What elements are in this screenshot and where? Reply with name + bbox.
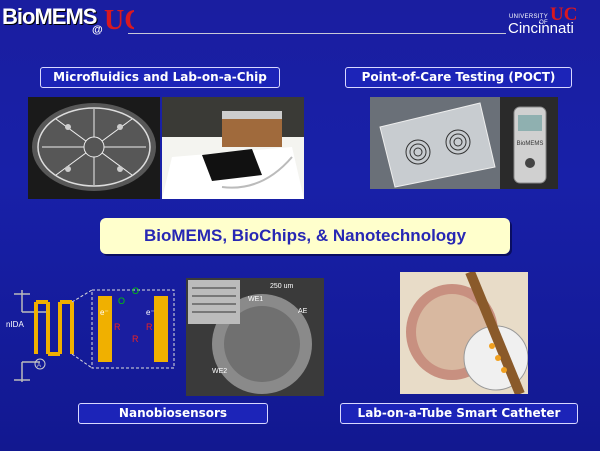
- handheld-device-photo: BioMEMS: [500, 97, 558, 189]
- at-sign: @: [92, 24, 103, 36]
- uc-logo-left: UC: [104, 5, 134, 34]
- poct-chip-photo: [370, 97, 500, 189]
- slide: { "header": { "brand": "BioMEMS", "at": …: [0, 0, 600, 451]
- o-label-left: O: [118, 296, 126, 306]
- lab-on-chip-photo: [162, 97, 304, 199]
- device-label: BioMEMS: [517, 141, 544, 147]
- scale-label: 250 um: [270, 283, 294, 290]
- header-divider: [128, 33, 506, 34]
- r-label-right: R: [146, 322, 153, 332]
- ae-label: AE: [298, 308, 308, 315]
- catheter-illustration: [400, 272, 528, 394]
- caption-microfluidics: Microfluidics and Lab-on-a-Chip: [40, 67, 280, 88]
- we2-label: WE2: [212, 368, 228, 375]
- title-banner: BioMEMS, BioChips, & Nanotechnology: [100, 218, 510, 254]
- nanobiosensor-schematic: A: [6, 282, 180, 394]
- o-label-center: O: [132, 286, 140, 296]
- microfluidic-disc-photo: [28, 97, 160, 199]
- caption-catheter: Lab-on-a-Tube Smart Catheter: [340, 403, 578, 424]
- caption-poct: Point-of-Care Testing (POCT): [345, 67, 572, 88]
- caption-nanobiosensors: Nanobiosensors: [78, 403, 268, 424]
- we1-label: WE1: [248, 296, 264, 303]
- r-label-left: R: [114, 322, 121, 332]
- electron-label-right: e⁻: [146, 308, 155, 317]
- electron-label-left: e⁻: [100, 308, 109, 317]
- nida-label: nIDA: [6, 320, 24, 329]
- r-label-center: R: [132, 334, 139, 344]
- svg-text:A: A: [37, 363, 41, 369]
- cincinnati-label: Cincinnati: [508, 20, 574, 37]
- uc-logo-left-text: UC: [104, 5, 134, 34]
- biomems-logo: BioMEMS: [2, 4, 97, 29]
